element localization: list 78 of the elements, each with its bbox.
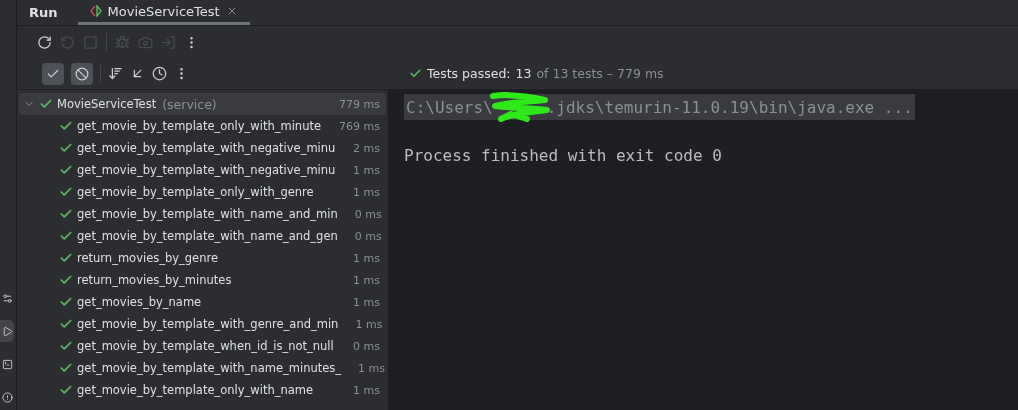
check-icon: [59, 317, 73, 331]
test-name: get_movie_by_template_with_name_and_min: [77, 207, 338, 221]
test-time: 779 ms: [339, 97, 380, 111]
test-name: get_movie_by_template_only_with_minute: [77, 119, 322, 133]
check-icon: [59, 207, 73, 221]
show-ignored-toggle[interactable]: [71, 62, 93, 85]
tree-row[interactable]: get_movie_by_template_only_with_minute 769 ms: [19, 115, 386, 137]
test-time: 1 ms: [352, 185, 380, 199]
check-icon: [59, 141, 73, 155]
check-icon: [59, 185, 73, 199]
tree-row[interactable]: get_movie_by_template_with_name_and_gen 0 ms: [19, 225, 386, 247]
check-icon: [409, 67, 422, 80]
tree-row[interactable]: get_movie_by_template_with_negative_minu 1 ms: [19, 159, 386, 181]
test-time: 1 ms: [352, 273, 380, 287]
check-icon: [59, 251, 73, 265]
test-name: get_movie_by_template_with_negative_minu: [77, 141, 336, 155]
test-icon: [89, 5, 102, 17]
test-name: get_movie_by_template_with_genre_and_min: [77, 317, 339, 331]
check-icon: [59, 295, 73, 309]
test-time: 0 ms: [352, 339, 380, 353]
status-label: Tests passed:: [427, 66, 511, 81]
test-name: get_movie_by_template_with_negative_minu: [77, 163, 336, 177]
ban-icon: [75, 66, 89, 81]
play-icon: [1, 325, 13, 337]
terminal-icon: [1, 358, 13, 370]
command-text: C:\Users\: [406, 97, 493, 117]
tree-row[interactable]: get_movies_by_name 1 ms: [19, 291, 386, 313]
test-time: 2 ms: [352, 141, 380, 155]
tool-window-button[interactable]: [0, 320, 14, 342]
check-icon: [59, 119, 73, 133]
tree-row[interactable]: get_movie_by_template_with_genre_and_min 1 ms: [19, 313, 386, 335]
test-name: MovieServiceTest: [57, 96, 157, 112]
test-time: 1 ms: [352, 251, 380, 265]
show-passed-toggle[interactable]: [42, 62, 64, 85]
run-tab[interactable]: MovieServiceTest: [77, 0, 250, 25]
tree-row[interactable]: get_movie_by_template_only_with_genre 1 ms: [19, 181, 386, 203]
test-time: 0 ms: [353, 229, 382, 243]
tree-row[interactable]: return_movies_by_genre 1 ms: [19, 247, 386, 269]
test-name: get_movie_by_template_only_with_name: [77, 383, 315, 397]
test-name: return_movies_by_genre: [77, 251, 220, 265]
tool-window-title: Run: [29, 5, 58, 20]
test-name: get_movie_by_template_with_name_and_gen: [77, 229, 338, 243]
test-name: get_movie_by_template_when_id_is_not_null: [77, 339, 335, 353]
tree-row[interactable]: get_movie_by_template_when_id_is_not_null 0 ms: [19, 335, 386, 357]
check-icon: [59, 229, 73, 243]
test-time: 1 ms: [352, 383, 380, 397]
test-name: get_movie_by_template_with_name_minutes_: [77, 361, 342, 375]
command-text: .jdks\temurin-11.0.19\bin\java.exe ...: [546, 97, 913, 117]
tree-row[interactable]: get_movie_by_template_with_name_and_min 0 ms: [19, 203, 386, 225]
tree-row[interactable]: return_movies_by_minutes 1 ms: [19, 269, 386, 291]
check-icon: [59, 383, 73, 397]
alert-icon: [1, 391, 13, 403]
test-time: 769 ms: [339, 119, 380, 133]
test-name: return_movies_by_minutes: [77, 273, 233, 287]
rerun-icon[interactable]: [37, 34, 52, 50]
test-time: 1 ms: [352, 295, 380, 309]
check-icon: [59, 163, 73, 177]
sliders-icon: [1, 292, 13, 304]
status-count: 13: [515, 66, 532, 81]
test-detail: (service): [162, 96, 217, 112]
check-icon: [59, 273, 73, 287]
test-name: get_movie_by_template_only_with_genre: [77, 185, 315, 199]
tree-row[interactable]: get_movie_by_template_only_with_name 1 ms: [19, 379, 386, 401]
check-icon: [59, 361, 73, 375]
tree-row[interactable]: get_movie_by_template_with_name_minutes_ 1 ms: [19, 357, 386, 379]
check-icon: [39, 97, 53, 111]
check-icon: [59, 339, 73, 353]
test-time: 1 ms: [352, 163, 380, 177]
test-time: 0 ms: [353, 207, 382, 221]
clock-icon[interactable]: [152, 66, 167, 81]
status-summary: of 13 tests – 779 ms: [536, 66, 664, 81]
test-time: 1 ms: [357, 361, 386, 375]
test-name: get_movies_by_name: [77, 295, 203, 309]
tree-row[interactable]: MovieServiceTest (service) 779 ms: [19, 93, 386, 115]
sort-icon[interactable]: [108, 66, 123, 81]
test-time: 1 ms: [354, 317, 383, 331]
tree-row[interactable]: get_movie_by_template_with_negative_minu 2 ms: [19, 137, 386, 159]
console-output: Process finished with exit code 0: [404, 146, 723, 165]
